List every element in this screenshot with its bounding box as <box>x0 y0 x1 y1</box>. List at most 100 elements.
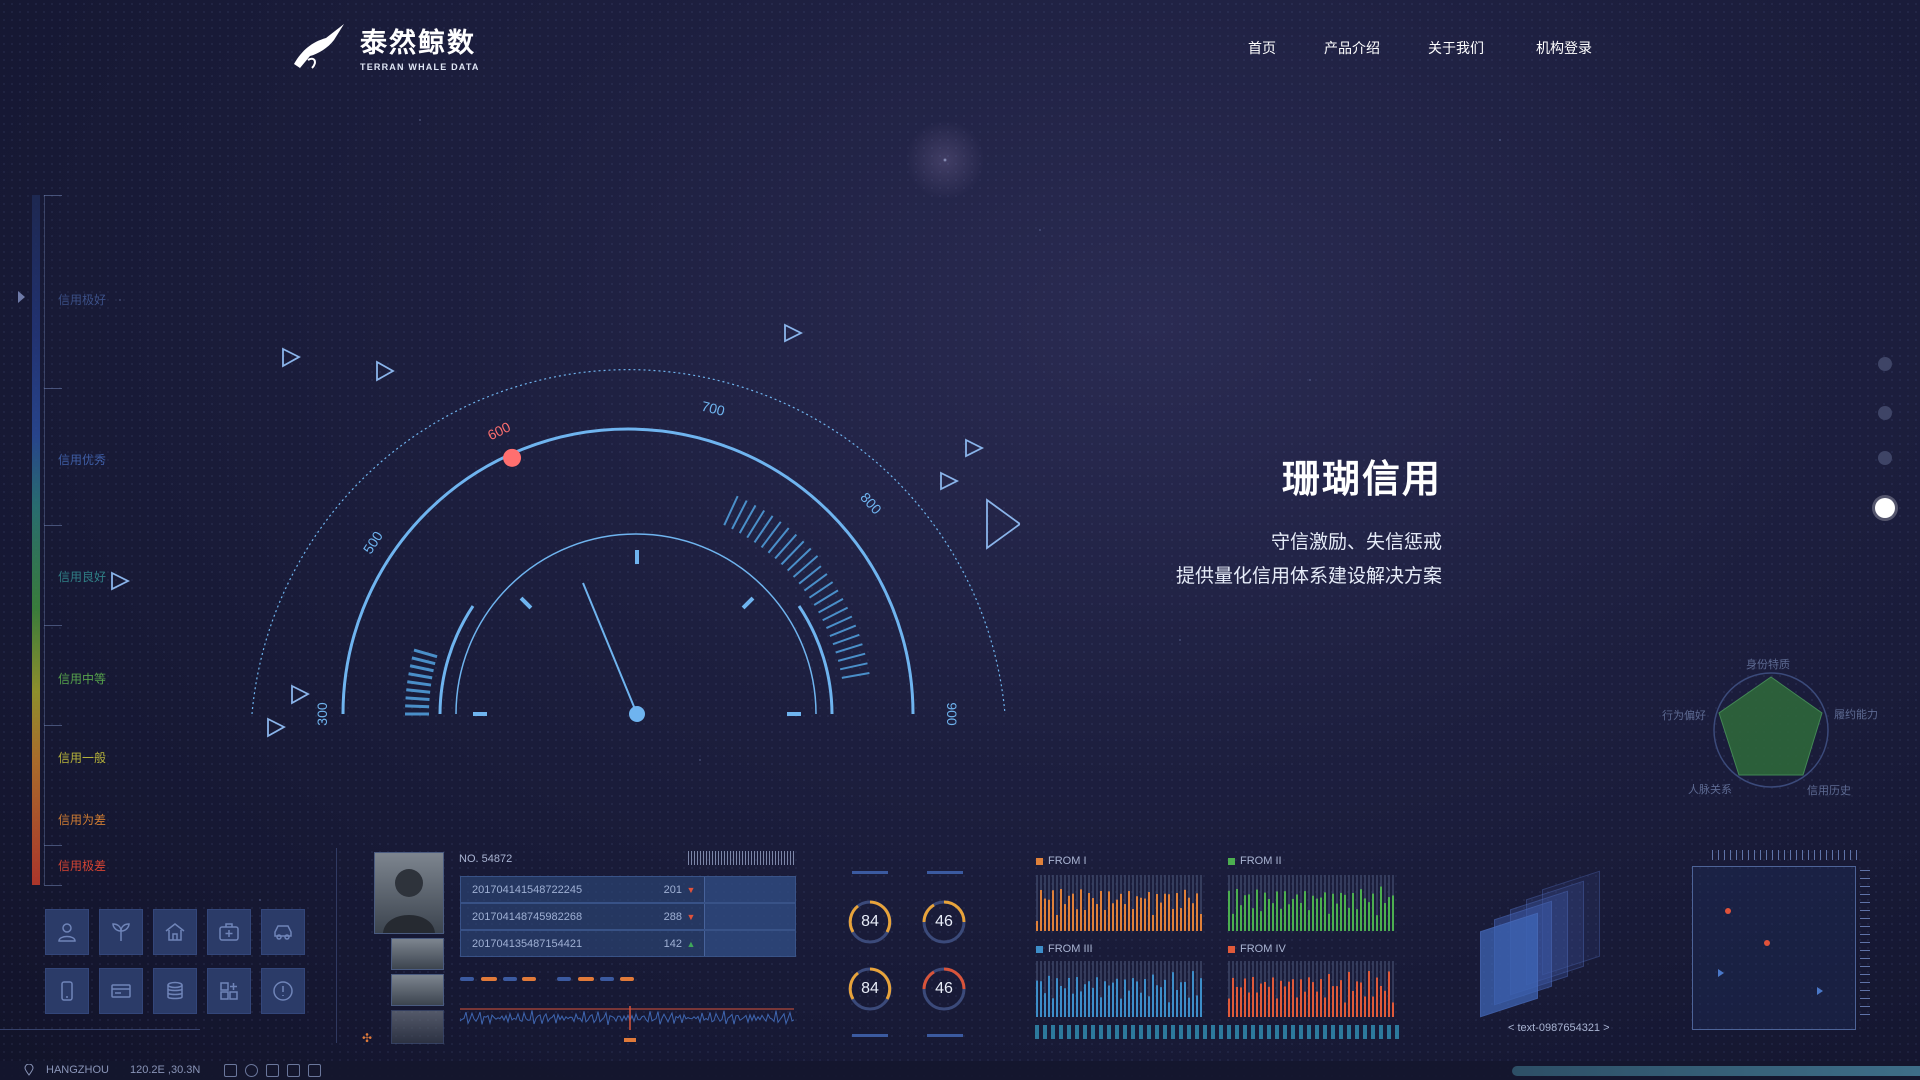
car-icon-tile[interactable] <box>261 909 305 955</box>
mini-bar <box>1312 982 1314 1017</box>
user-icon <box>58 923 76 942</box>
score-ring-1[interactable]: 84 <box>846 898 894 946</box>
gauge-tick <box>832 633 860 646</box>
profile-photo-main[interactable] <box>374 852 444 934</box>
nav-products[interactable]: 产品介绍 <box>1324 38 1380 58</box>
scale-label-fair[interactable]: 信用一般 <box>58 749 106 766</box>
score-ring-3[interactable]: 84 <box>846 965 894 1013</box>
waveform-cursor[interactable] <box>624 1038 636 1042</box>
apps-icon-tile[interactable] <box>207 968 251 1014</box>
scale-label-outstanding[interactable]: 信用优秀 <box>58 451 106 468</box>
mini-bar <box>1164 893 1166 931</box>
mini-bar <box>1284 891 1286 931</box>
section-dot-1[interactable] <box>1878 357 1892 371</box>
scale-label-poor[interactable]: 信用为差 <box>58 811 106 828</box>
nav-home[interactable]: 首页 <box>1248 38 1276 58</box>
mini-bar <box>1368 971 1370 1017</box>
gauge-tick <box>792 555 819 578</box>
profile-photo-thumb-1[interactable] <box>391 938 444 970</box>
mini-bar <box>1092 987 1094 1017</box>
status-dash <box>557 977 571 981</box>
star-icon[interactable] <box>287 1064 300 1077</box>
mini-bar <box>1048 899 1050 931</box>
brand-logo[interactable]: 泰然鲸数 TERRAN WHALE DATA <box>288 20 480 72</box>
scale-label-medium[interactable]: 信用中等 <box>58 670 106 687</box>
section-dot-2[interactable] <box>1878 406 1892 420</box>
mini-bar <box>1376 915 1378 931</box>
record-value: 201 <box>663 883 682 896</box>
mini-bar <box>1384 990 1386 1017</box>
mini-bar <box>1384 903 1386 931</box>
record-cell <box>704 877 795 902</box>
section-dot-3[interactable] <box>1878 451 1892 465</box>
status-dash <box>503 977 517 981</box>
scale-tick <box>44 195 62 196</box>
scale-play-triangle-icon[interactable] <box>110 571 132 591</box>
mini-bar <box>1332 893 1334 931</box>
profile-photo-thumb-2[interactable] <box>391 974 444 1006</box>
move-handle-icon[interactable]: ✣ <box>362 1031 372 1045</box>
mini-bar-chart-from-2 <box>1228 875 1394 931</box>
mini-bar <box>1228 998 1230 1017</box>
user-icon-tile[interactable] <box>45 909 89 955</box>
gauge-value-marker <box>503 448 522 467</box>
radar-scope-panel[interactable] <box>1692 866 1856 1030</box>
score-ring-4[interactable]: 46 <box>920 965 968 1013</box>
home-icon <box>165 923 185 941</box>
profile-photo-thumb-3[interactable] <box>391 1010 444 1044</box>
record-row[interactable]: 201704148745982268 288 ▼ <box>460 903 796 930</box>
mini-bar <box>1080 889 1082 931</box>
record-cell <box>704 931 795 956</box>
mini-bar <box>1184 981 1186 1017</box>
clock-icon[interactable] <box>245 1064 258 1077</box>
coins-icon-tile[interactable] <box>153 968 197 1014</box>
scale-pointer-icon[interactable] <box>18 291 25 303</box>
mini-bar <box>1100 997 1102 1017</box>
mail-icon[interactable] <box>308 1064 321 1077</box>
mini-bar <box>1068 895 1070 931</box>
scale-label-good[interactable]: 信用良好 <box>58 568 106 585</box>
medical-icon-tile[interactable] <box>207 909 251 955</box>
status-bar: HANGZHOU 120.2E ,30.3N <box>0 1061 1920 1080</box>
gauge-tick-label: 800 <box>857 489 885 517</box>
gauge-tick <box>780 540 805 566</box>
plant-icon-tile[interactable] <box>99 909 143 955</box>
mobile-icon-tile[interactable] <box>45 968 89 1014</box>
alert-icon-tile[interactable] <box>261 968 305 1014</box>
record-row[interactable]: 201704135487154421 142 ▲ <box>460 930 796 957</box>
score-ring-2[interactable]: 46 <box>920 898 968 946</box>
alert-circle-icon <box>273 981 293 1001</box>
record-row[interactable]: 201704141548722245 201 ▼ <box>460 876 796 903</box>
mini-bar <box>1136 981 1138 1017</box>
layer-panel <box>1480 912 1538 1018</box>
nav-institution-login[interactable]: 机构登录 <box>1536 38 1592 58</box>
scale-tick <box>44 845 62 846</box>
mini-bar <box>1368 902 1370 931</box>
mini-bar <box>1164 979 1166 1017</box>
scale-label-very-poor[interactable]: 信用极差 <box>58 857 106 874</box>
mini-bar <box>1156 894 1158 931</box>
id-card-icon <box>111 984 131 998</box>
mini-bar <box>1288 981 1290 1017</box>
ring-bottom-bar <box>852 1034 888 1037</box>
mini-bar <box>1040 981 1042 1017</box>
mini-bar <box>1084 909 1086 931</box>
radar-label-connections: 人脉关系 <box>1688 784 1732 796</box>
section-dot-4[interactable] <box>1875 498 1895 518</box>
scale-label-excellent[interactable]: 信用极好 <box>58 291 106 308</box>
home-icon-tile[interactable] <box>153 909 197 955</box>
mini-bar <box>1296 894 1298 931</box>
ring-value: 84 <box>861 913 879 930</box>
mini-bar <box>1068 977 1070 1017</box>
user-status-icon[interactable] <box>266 1064 279 1077</box>
signal-icon[interactable] <box>224 1064 237 1077</box>
mini-bar <box>1128 990 1130 1017</box>
mini-bar <box>1112 903 1114 931</box>
nav-about[interactable]: 关于我们 <box>1428 38 1484 58</box>
ring-top-bar <box>852 871 888 874</box>
card-icon-tile[interactable] <box>99 968 143 1014</box>
barcode-graphic <box>688 851 796 865</box>
coins-stack-icon <box>167 981 183 1000</box>
mini-bar <box>1172 972 1174 1017</box>
mini-bar <box>1248 894 1250 931</box>
